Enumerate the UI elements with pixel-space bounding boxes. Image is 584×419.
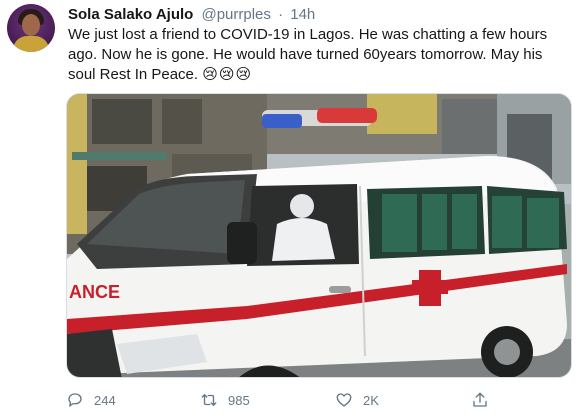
timestamp[interactable]: 14h: [290, 6, 315, 23]
tweet-actions: 244 985 2K: [66, 388, 546, 412]
share-button[interactable]: [471, 388, 489, 412]
display-name[interactable]: Sola Salako Ajulo: [68, 6, 193, 23]
share-icon: [473, 392, 487, 407]
reply-button[interactable]: 244: [66, 388, 116, 412]
ambulance-photo: ANCE: [67, 94, 571, 377]
heart-icon: [336, 393, 352, 407]
tweet[interactable]: Sola Salako Ajulo @purrples · 14h We jus…: [0, 0, 584, 419]
tweet-text: We just lost a friend to COVID-19 in Lag…: [68, 25, 574, 85]
retweet-count: 985: [228, 392, 250, 408]
ambulance-lettering: ANCE: [69, 282, 120, 302]
crying-face-emojis: 😢😢😢: [202, 66, 253, 83]
tweet-photo[interactable]: ANCE: [66, 93, 572, 378]
retweet-icon: [201, 394, 217, 406]
user-handle[interactable]: @purrples: [201, 6, 270, 23]
like-count: 2K: [363, 392, 379, 408]
tweet-body: We just lost a friend to COVID-19 in Lag…: [68, 26, 548, 83]
avatar[interactable]: [7, 4, 55, 52]
retweet-button[interactable]: 985: [200, 388, 250, 412]
reply-icon: [68, 393, 82, 407]
tweet-header: Sola Salako Ajulo @purrples · 14h: [68, 5, 315, 25]
like-button[interactable]: 2K: [335, 388, 379, 412]
reply-count: 244: [94, 392, 116, 408]
separator-dot: ·: [278, 6, 284, 23]
